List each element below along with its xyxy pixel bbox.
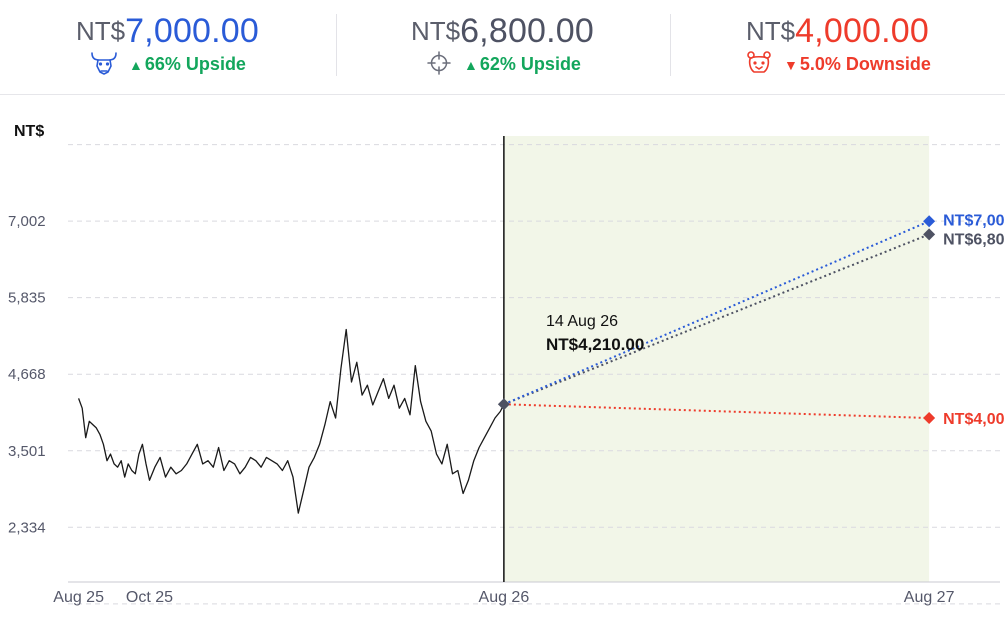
target-low-value: 4,000.00 <box>795 12 930 50</box>
y-tick-label: 7,002 <box>8 213 46 230</box>
target-low: NT$4,000.00 ▼ 5.0% Downside <box>670 8 1005 88</box>
bear-icon <box>744 50 774 76</box>
target-high-change-text: 66% Upside <box>144 53 246 74</box>
y-tick-label: 2,334 <box>8 519 46 536</box>
up-arrow-icon: ▲ <box>464 56 478 73</box>
current-price-label: NT$4,210.00 <box>546 335 644 354</box>
y-tick-label: 3,501 <box>8 443 46 460</box>
price-line <box>77 328 505 514</box>
crosshair-icon <box>424 50 454 76</box>
up-arrow-icon: ▲ <box>129 56 143 73</box>
forecast-region <box>503 136 930 582</box>
x-tick-label: Aug 26 <box>479 589 530 606</box>
down-arrow-icon: ▼ <box>784 56 798 73</box>
target-low-change-text: 5.0% Downside <box>799 53 931 74</box>
target-average-value: 6,800.00 <box>460 12 595 50</box>
y-tick-label: 5,835 <box>8 290 46 307</box>
target-high: NT$7,000.00 ▲ 66% Upside <box>0 8 335 88</box>
y-tick-label: 4,668 <box>8 366 46 383</box>
target-high-change: ▲ 66% Upside <box>0 52 335 78</box>
target-label: NT$4,000.00 <box>943 411 1005 428</box>
target-low-currency: NT$ <box>745 16 796 46</box>
target-high-price: NT$7,000.00 <box>0 12 335 51</box>
target-label: NT$7,000.00 <box>943 212 1005 229</box>
target-average-price: NT$6,800.00 <box>335 12 670 51</box>
current-date-label: 14 Aug 26 <box>546 313 618 330</box>
target-high-value: 7,000.00 <box>125 12 260 50</box>
target-low-change: ▼ 5.0% Downside <box>670 50 1005 78</box>
target-average-change-text: 62% Upside <box>479 53 581 74</box>
price-chart: 2,334 3,501 4,668 5,835 7,002 NT$ Aug 25 Oct 25… <box>8 123 1005 606</box>
x-tick-label: Oct 25 <box>126 589 173 606</box>
y-axis-title: NT$ <box>14 123 44 140</box>
target-average-change: ▲ 62% Upside <box>335 50 670 78</box>
target-low-price: NT$4,000.00 <box>670 12 1005 51</box>
bull-icon <box>89 50 119 76</box>
target-average: NT$6,800.00 ▲ 62% Upside <box>335 8 670 88</box>
target-high-currency: NT$ <box>75 16 126 46</box>
x-tick-label: Aug 25 <box>53 589 104 606</box>
x-tick-label: Aug 27 <box>904 589 955 606</box>
target-average-currency: NT$ <box>410 16 461 46</box>
price-targets-header: NT$7,000.00 ▲ 66% Upside NT$6,800.00 ▲ 6… <box>0 0 1005 95</box>
target-label: NT$6,800.00 <box>943 231 1005 248</box>
